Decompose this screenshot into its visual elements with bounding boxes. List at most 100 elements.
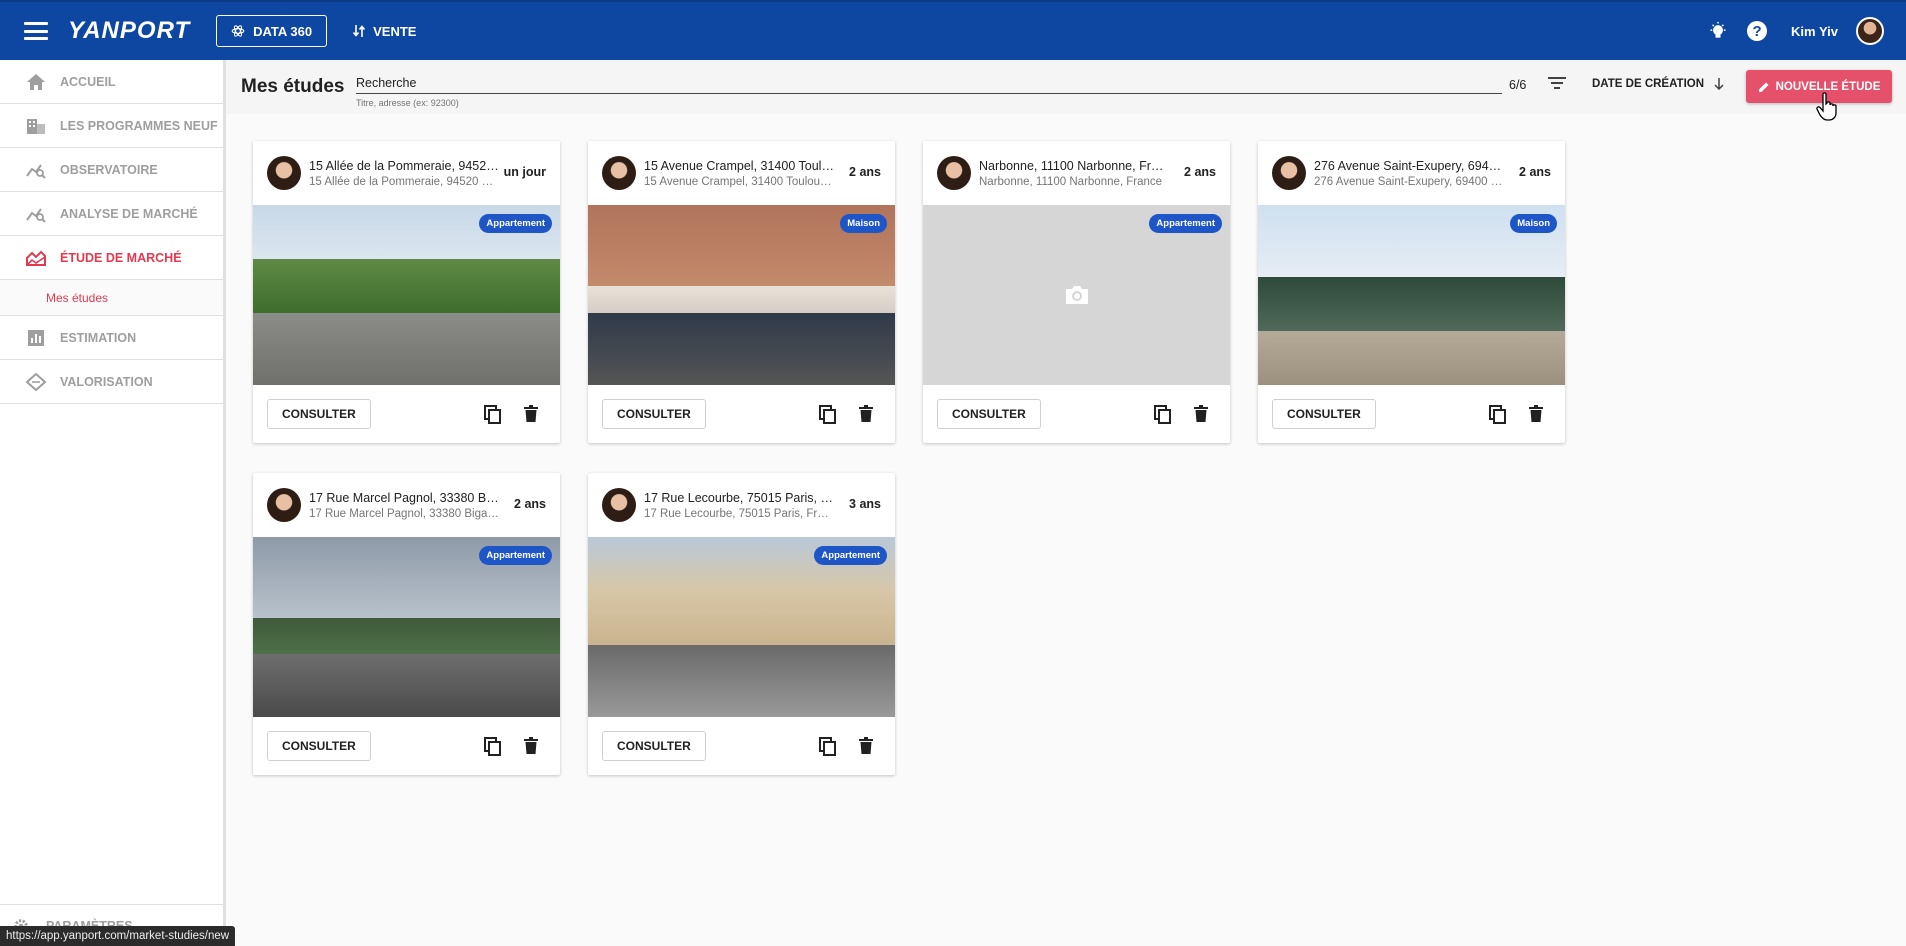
sidebar-item-observatoire[interactable]: OBSERVATOIRE bbox=[0, 148, 223, 192]
lightbulb-icon[interactable] bbox=[1707, 20, 1729, 42]
sidebar: ACCUEIL LES PROGRAMMES NEUF OBSERVATOIRE… bbox=[0, 60, 226, 946]
area-chart-icon bbox=[25, 247, 47, 269]
arrow-down-icon bbox=[1714, 78, 1724, 90]
search-field: Titre, adresse (ex: 92300) bbox=[356, 72, 1502, 108]
property-photo: Appartement bbox=[253, 537, 560, 717]
menu-icon[interactable] bbox=[24, 22, 48, 40]
copy-icon[interactable] bbox=[1489, 405, 1507, 425]
search-help-text: Titre, adresse (ex: 92300) bbox=[356, 98, 459, 108]
study-card: Narbonne, 11100 Narbonne, France Narbonn… bbox=[923, 141, 1230, 443]
card-subtitle: 17 Rue Marcel Pagnol, 33380 Biganos, Fra… bbox=[309, 507, 499, 520]
avatar bbox=[1272, 156, 1306, 190]
card-subtitle: 15 Avenue Crampel, 31400 Toulouse, Franc… bbox=[644, 175, 834, 188]
sidebar-item-estimation[interactable]: ESTIMATION bbox=[0, 316, 223, 360]
sidebar-item-label: OBSERVATOIRE bbox=[60, 162, 158, 177]
filter-icon[interactable] bbox=[1548, 76, 1566, 95]
avatar bbox=[937, 156, 971, 190]
copy-icon[interactable] bbox=[484, 405, 502, 425]
sidebar-item-label: ESTIMATION bbox=[60, 330, 137, 345]
trash-icon[interactable] bbox=[859, 737, 873, 755]
card-title: 15 Allée de la Pommeraie, 94520 Mandres-… bbox=[309, 158, 499, 173]
new-study-label: NOUVELLE ÉTUDE bbox=[1775, 80, 1881, 93]
copy-icon[interactable] bbox=[819, 737, 837, 757]
sidebar-item-programmes-neuf[interactable]: LES PROGRAMMES NEUF bbox=[0, 104, 223, 148]
card-age: 2 ans bbox=[1519, 165, 1551, 179]
avatar bbox=[602, 488, 636, 522]
user-name[interactable]: Kim Yiv bbox=[1791, 24, 1838, 39]
chart-search-icon bbox=[25, 203, 47, 225]
building-icon bbox=[25, 115, 47, 137]
data360-label: DATA 360 bbox=[253, 23, 313, 39]
pencil-icon bbox=[1758, 82, 1769, 92]
card-subtitle: 276 Avenue Saint-Exupery, 69400 Villefra… bbox=[1314, 175, 1504, 188]
trash-icon[interactable] bbox=[524, 405, 538, 423]
bar-chart-icon bbox=[25, 327, 47, 349]
sidebar-subitem-mes-etudes[interactable]: Mes études bbox=[0, 280, 223, 316]
copy-icon[interactable] bbox=[819, 405, 837, 425]
home-icon bbox=[25, 71, 47, 93]
diamond-icon bbox=[25, 371, 47, 393]
atom-icon bbox=[231, 25, 245, 37]
sort-button[interactable]: DATE DE CRÉATION bbox=[1592, 78, 1724, 90]
property-photo: Maison bbox=[1258, 205, 1565, 385]
help-icon[interactable]: ? bbox=[1747, 21, 1768, 41]
hand-cursor-icon bbox=[1816, 92, 1837, 121]
consult-button[interactable]: CONSULTER bbox=[602, 399, 706, 429]
user-avatar[interactable] bbox=[1856, 17, 1884, 45]
card-age: 2 ans bbox=[1184, 165, 1216, 179]
card-age: 3 ans bbox=[849, 497, 881, 511]
trash-icon[interactable] bbox=[524, 737, 538, 755]
property-type-badge: Appartement bbox=[479, 546, 552, 565]
property-type-badge: Appartement bbox=[479, 214, 552, 233]
sidebar-item-label: ÉTUDE DE MARCHÉ bbox=[60, 250, 182, 265]
sidebar-item-etude-marche[interactable]: ÉTUDE DE MARCHÉ bbox=[0, 236, 223, 280]
copy-icon[interactable] bbox=[1154, 405, 1172, 425]
property-photo-placeholder: Appartement bbox=[923, 205, 1230, 385]
card-age: un jour bbox=[503, 165, 546, 179]
trash-icon[interactable] bbox=[1194, 405, 1208, 423]
avatar bbox=[267, 156, 301, 190]
consult-button[interactable]: CONSULTER bbox=[937, 399, 1041, 429]
trash-icon[interactable] bbox=[859, 405, 873, 423]
card-title: 15 Avenue Crampel, 31400 Toulouse, Franc… bbox=[644, 158, 834, 173]
property-type-badge: Maison bbox=[1510, 214, 1557, 233]
copy-icon[interactable] bbox=[484, 737, 502, 757]
property-photo: Appartement bbox=[253, 205, 560, 385]
card-subtitle: 17 Rue Lecourbe, 75015 Paris, France bbox=[644, 507, 834, 520]
search-input[interactable] bbox=[356, 72, 1502, 94]
vente-button[interactable]: VENTE bbox=[353, 24, 416, 39]
study-card: 17 Rue Marcel Pagnol, 33380 Biganos, Fra… bbox=[253, 473, 560, 775]
study-card: 15 Avenue Crampel, 31400 Toulouse, Franc… bbox=[588, 141, 895, 443]
card-title: Narbonne, 11100 Narbonne, France bbox=[979, 158, 1169, 173]
property-type-badge: Appartement bbox=[1149, 214, 1222, 233]
card-age: 2 ans bbox=[849, 165, 881, 179]
app-logo[interactable]: YANPORT bbox=[68, 17, 190, 45]
consult-button[interactable]: CONSULTER bbox=[1272, 399, 1376, 429]
status-bar-url: https://app.yanport.com/market-studies/n… bbox=[0, 926, 236, 946]
sidebar-item-accueil[interactable]: ACCUEIL bbox=[0, 60, 223, 104]
consult-button[interactable]: CONSULTER bbox=[602, 731, 706, 761]
consult-button[interactable]: CONSULTER bbox=[267, 731, 371, 761]
chart-search-icon bbox=[25, 159, 47, 181]
sidebar-item-label: ACCUEIL bbox=[60, 74, 116, 89]
data360-button[interactable]: DATA 360 bbox=[216, 15, 328, 47]
study-card: 15 Allée de la Pommeraie, 94520 Mandres-… bbox=[253, 141, 560, 443]
property-type-badge: Maison bbox=[840, 214, 887, 233]
vente-label: VENTE bbox=[373, 23, 417, 39]
sidebar-item-label: LES PROGRAMMES NEUF bbox=[60, 118, 218, 133]
consult-button[interactable]: CONSULTER bbox=[267, 399, 371, 429]
swap-vertical-icon bbox=[353, 25, 366, 37]
property-type-badge: Appartement bbox=[814, 546, 887, 565]
card-subtitle: 15 Allée de la Pommeraie, 94520 Mandres-… bbox=[309, 175, 499, 188]
result-count: 6/6 bbox=[1509, 78, 1527, 92]
avatar bbox=[602, 156, 636, 190]
sort-label: DATE DE CRÉATION bbox=[1592, 78, 1705, 90]
property-photo: Appartement bbox=[588, 537, 895, 717]
study-card: 17 Rue Lecourbe, 75015 Paris, France 17 … bbox=[588, 473, 895, 775]
trash-icon[interactable] bbox=[1529, 405, 1543, 423]
sidebar-item-analyse-marche[interactable]: ANALYSE DE MARCHÉ bbox=[0, 192, 223, 236]
avatar bbox=[267, 488, 301, 522]
card-title: 17 Rue Lecourbe, 75015 Paris, France bbox=[644, 490, 834, 505]
property-photo: Maison bbox=[588, 205, 895, 385]
sidebar-item-valorisation[interactable]: VALORISATION bbox=[0, 360, 223, 404]
